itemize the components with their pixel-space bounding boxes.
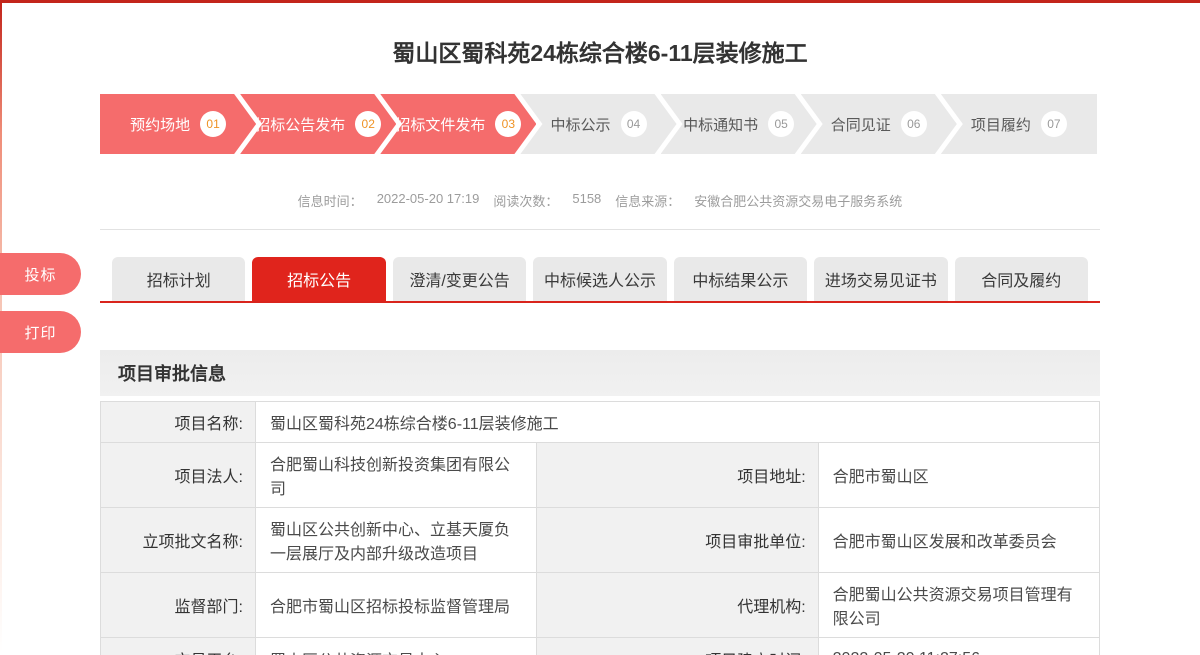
- step-number-badge: 03: [495, 111, 521, 137]
- table-row-legal-person-address: 项目法人: 合肥蜀山科技创新投资集团有限公司 项目地址: 合肥市蜀山区: [101, 443, 1100, 508]
- field-label: 项目名称:: [101, 402, 256, 443]
- print-button[interactable]: 打印: [0, 311, 81, 353]
- info-source-value: 安徽合肥公共资源交易电子服务系统: [694, 191, 902, 210]
- info-time-value: 2022-05-20 17:19: [377, 191, 480, 210]
- field-label: 项目法人:: [101, 443, 256, 508]
- tab-winner-candidate-publicity[interactable]: 中标候选人公示: [533, 257, 666, 301]
- field-label: 项目地址:: [537, 443, 818, 508]
- step-label: 招标公告发布: [255, 114, 345, 135]
- info-meta-bar: 信息时间： 2022-05-20 17:19 阅读次数： 5158 信息来源： …: [0, 191, 1200, 210]
- tab-tender-plan[interactable]: 招标计划: [112, 257, 245, 301]
- field-value: 合肥市蜀山区招标投标监督管理局: [256, 573, 537, 638]
- step-label: 中标公示: [550, 114, 610, 135]
- tab-winner-result-publicity[interactable]: 中标结果公示: [674, 257, 807, 301]
- field-label: 立项批文名称:: [101, 508, 256, 573]
- field-value: 蜀山区公共资源交易中心: [256, 638, 537, 655]
- step-project-performance: 项目履约 07: [941, 94, 1097, 154]
- step-contract-witness: 合同见证 06: [801, 94, 957, 154]
- field-value: 2022-05-20 11:27:56: [818, 638, 1099, 655]
- step-winner-notice: 中标通知书 05: [661, 94, 817, 154]
- field-label: 监督部门:: [101, 573, 256, 638]
- step-tender-announcement-published: 招标公告发布 02: [240, 94, 396, 154]
- info-time-label: 信息时间：: [298, 191, 363, 210]
- field-value: 合肥蜀山科技创新投资集团有限公司: [256, 443, 537, 508]
- tab-tender-announcement[interactable]: 招标公告: [252, 257, 385, 301]
- page-top-accent-border: [0, 0, 1200, 3]
- step-label: 合同见证: [831, 114, 891, 135]
- tab-entry-transaction-certificate[interactable]: 进场交易见证书: [814, 257, 947, 301]
- step-label: 招标文件发布: [395, 114, 485, 135]
- field-label: 交易平台:: [101, 638, 256, 655]
- step-label: 预约场地: [130, 114, 190, 135]
- page-title: 蜀山区蜀科苑24栋综合楼6-11层装修施工: [0, 34, 1200, 68]
- step-number-badge: 05: [768, 111, 794, 137]
- tab-clarification-change-notice[interactable]: 澄清/变更公告: [393, 257, 526, 301]
- step-number-badge: 06: [901, 111, 927, 137]
- table-row-supervision-agency: 监督部门: 合肥市蜀山区招标投标监督管理局 代理机构: 合肥蜀山公共资源交易项目…: [101, 573, 1100, 638]
- step-number-badge: 04: [621, 111, 647, 137]
- info-views-label: 阅读次数：: [493, 191, 558, 210]
- step-number-badge: 02: [355, 111, 381, 137]
- horizontal-divider: [100, 229, 1100, 230]
- field-value: 合肥蜀山公共资源交易项目管理有限公司: [818, 573, 1099, 638]
- field-value: 合肥市蜀山区发展和改革委员会: [818, 508, 1099, 573]
- step-number-badge: 07: [1041, 111, 1067, 137]
- table-row-platform-created-time: 交易平台: 蜀山区公共资源交易中心 项目建立时间: 2022-05-20 11:…: [101, 638, 1100, 655]
- field-value: 蜀山区公共创新中心、立基天厦负一层展厅及内部升级改造项目: [256, 508, 537, 573]
- section-title-project-approval-info: 项目审批信息: [100, 350, 1100, 396]
- step-label: 项目履约: [971, 114, 1031, 135]
- step-reserve-venue: 预约场地 01: [100, 94, 256, 154]
- info-time: 信息时间： 2022-05-20 17:19: [298, 191, 480, 210]
- tab-contract-and-performance[interactable]: 合同及履约: [955, 257, 1088, 301]
- bid-button[interactable]: 投标: [0, 253, 81, 295]
- field-label: 项目审批单位:: [537, 508, 818, 573]
- field-value: 蜀山区蜀科苑24栋综合楼6-11层装修施工: [256, 402, 1100, 443]
- step-number-badge: 01: [200, 111, 226, 137]
- info-views: 阅读次数： 5158: [493, 191, 601, 210]
- info-source-label: 信息来源：: [615, 191, 680, 210]
- step-winner-publicity: 中标公示 04: [520, 94, 676, 154]
- step-label: 中标通知书: [683, 114, 758, 135]
- info-views-value: 5158: [572, 191, 601, 210]
- field-label: 项目建立时间:: [537, 638, 818, 655]
- progress-steps: 预约场地 01 招标公告发布 02 招标文件发布 03 中标公示 04 中标通知…: [100, 94, 1097, 154]
- field-value: 合肥市蜀山区: [818, 443, 1099, 508]
- table-row-approval-doc-unit: 立项批文名称: 蜀山区公共创新中心、立基天厦负一层展厅及内部升级改造项目 项目审…: [101, 508, 1100, 573]
- project-approval-table: 项目名称: 蜀山区蜀科苑24栋综合楼6-11层装修施工 项目法人: 合肥蜀山科技…: [100, 401, 1100, 655]
- table-row-project-name: 项目名称: 蜀山区蜀科苑24栋综合楼6-11层装修施工: [101, 402, 1100, 443]
- step-tender-documents-published: 招标文件发布 03: [380, 94, 536, 154]
- info-source: 信息来源： 安徽合肥公共资源交易电子服务系统: [615, 191, 902, 210]
- tab-bar: 招标计划 招标公告 澄清/变更公告 中标候选人公示 中标结果公示 进场交易见证书…: [100, 257, 1100, 303]
- field-label: 代理机构:: [537, 573, 818, 638]
